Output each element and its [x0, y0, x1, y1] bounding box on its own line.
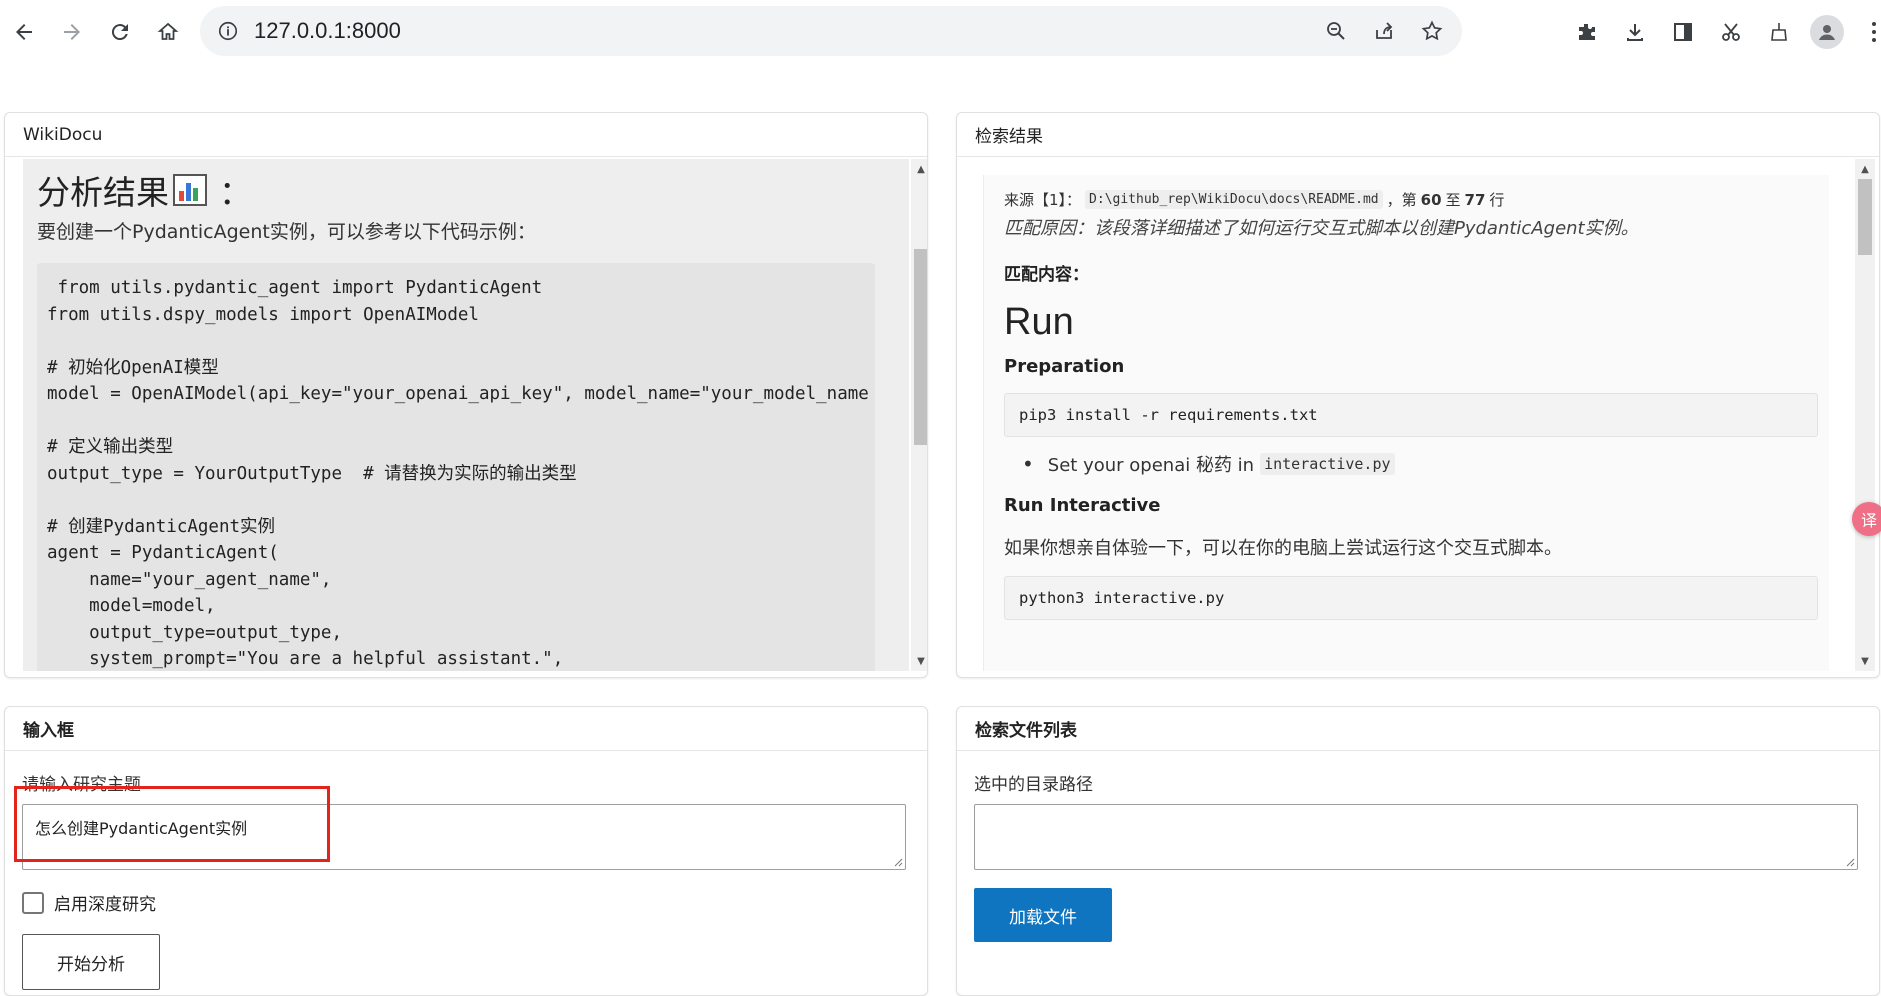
preparation-heading: Preparation	[1004, 356, 1125, 377]
bullet-text: Set your openai 秘药 in	[1047, 455, 1255, 476]
line-suffix: 行	[1489, 191, 1505, 209]
scroll-down-arrow-icon[interactable]: ▼	[1855, 653, 1875, 669]
directory-path-label: 选中的目录路径	[974, 775, 1093, 795]
translate-icon[interactable]: 译	[1852, 502, 1881, 536]
file-list-panel-title: 检索文件列表	[957, 707, 1879, 751]
home-button[interactable]	[146, 12, 190, 52]
install-command-block: pip3 install -r requirements.txt	[1004, 393, 1818, 437]
directory-path-input[interactable]	[974, 804, 1858, 870]
search-results-panel: 检索结果 来源【1】： D:\github_rep\WikiDocu\docs\…	[956, 112, 1880, 678]
bullet-code: interactive.py	[1260, 453, 1395, 475]
url-text[interactable]: 127.0.0.1:8000	[254, 18, 401, 44]
run-command-block: python3 interactive.py	[1004, 576, 1818, 620]
share-icon[interactable]	[1368, 15, 1400, 47]
analysis-result-description: 要创建一个PydanticAgent实例，可以参考以下代码示例：	[37, 221, 536, 243]
zoom-out-icon[interactable]	[1320, 15, 1352, 47]
wikidocu-scroll-thumb[interactable]	[914, 249, 927, 445]
match-content-label: 匹配内容：	[1004, 265, 1089, 285]
search-results-scroll-thumb[interactable]	[1858, 179, 1872, 255]
search-results-area[interactable]: 来源【1】： D:\github_rep\WikiDocu\docs\READM…	[975, 159, 1861, 671]
deep-research-checkbox[interactable]	[22, 892, 44, 914]
start-analysis-button[interactable]: 开始分析	[22, 934, 160, 990]
code-example-block: from utils.pydantic_agent import Pydanti…	[37, 263, 875, 671]
analysis-result-heading-text: 分析结果	[37, 173, 169, 212]
extensions-puzzle-icon[interactable]	[1570, 15, 1604, 49]
line-start: 60	[1420, 190, 1442, 209]
analysis-result-heading-colon: ：	[219, 173, 252, 212]
input-panel-title: 输入框	[5, 707, 927, 751]
reload-icon	[111, 24, 128, 41]
run-interactive-heading: Run Interactive	[1004, 495, 1161, 516]
wikidocu-panel: WikiDocu 分析结果 ： 要创建一个PydanticAgent实例，可以参…	[4, 112, 928, 678]
resize-grip-icon[interactable]	[893, 857, 903, 867]
annotation-highlight-box	[14, 786, 330, 862]
scroll-up-arrow-icon[interactable]: ▲	[1855, 161, 1875, 177]
scissors-icon[interactable]	[1714, 15, 1748, 49]
search-result-card: 来源【1】： D:\github_rep\WikiDocu\docs\READM…	[983, 175, 1829, 671]
source-sep: ，第	[1386, 191, 1417, 209]
source-prefix: 来源【1】：	[1004, 191, 1082, 209]
bullet-item: Set your openai 秘药 in interactive.py	[1022, 451, 1829, 477]
browser-menu-icon[interactable]	[1867, 12, 1881, 52]
source-path: D:\github_rep\WikiDocu\docs\README.md	[1085, 190, 1383, 209]
arrow-left-icon	[16, 24, 32, 40]
line-end: 77	[1464, 190, 1486, 209]
load-files-button[interactable]: 加载文件	[974, 888, 1112, 942]
source-line: 来源【1】： D:\github_rep\WikiDocu\docs\READM…	[1004, 189, 1829, 210]
reload-button[interactable]	[98, 12, 142, 52]
run-heading: Run	[1004, 301, 1074, 343]
wikidocu-panel-title: WikiDocu	[5, 113, 927, 157]
broom-icon[interactable]	[1762, 15, 1796, 49]
analysis-result-heading: 分析结果 ：	[37, 167, 897, 213]
search-results-scrollbar[interactable]: ▲ ▼	[1855, 159, 1875, 671]
analysis-result-area[interactable]: 分析结果 ： 要创建一个PydanticAgent实例，可以参考以下代码示例： …	[23, 159, 909, 671]
line-to: 至	[1445, 191, 1461, 209]
browser-toolbar: 127.0.0.1:8000	[0, 0, 1881, 64]
arrow-right-icon	[64, 24, 80, 40]
forward-button[interactable]	[50, 12, 94, 52]
search-results-title: 检索结果	[957, 113, 1879, 157]
download-icon[interactable]	[1618, 15, 1652, 49]
deep-research-label[interactable]: 启用深度研究	[54, 890, 156, 915]
match-reason: 匹配原因：该段落详细描述了如何运行交互式脚本以创建PydanticAgent实例…	[1004, 218, 1639, 239]
resize-grip-icon[interactable]	[1845, 857, 1855, 867]
run-interactive-paragraph: 如果你想亲自体验一下，可以在你的电脑上尝试运行这个交互式脚本。	[1004, 538, 1562, 559]
wikidocu-scrollbar[interactable]: ▲ ▼	[911, 159, 927, 671]
scroll-up-arrow-icon[interactable]: ▲	[911, 161, 927, 177]
scroll-down-arrow-icon[interactable]: ▼	[911, 653, 927, 669]
address-bar[interactable]: 127.0.0.1:8000	[200, 6, 1462, 56]
home-icon	[157, 22, 179, 40]
side-panel-icon[interactable]	[1666, 15, 1700, 49]
profile-avatar-icon[interactable]	[1810, 15, 1844, 49]
bar-chart-icon	[173, 174, 207, 206]
info-icon[interactable]	[216, 19, 240, 43]
back-button[interactable]	[2, 12, 46, 52]
bookmark-star-icon[interactable]	[1416, 15, 1448, 47]
